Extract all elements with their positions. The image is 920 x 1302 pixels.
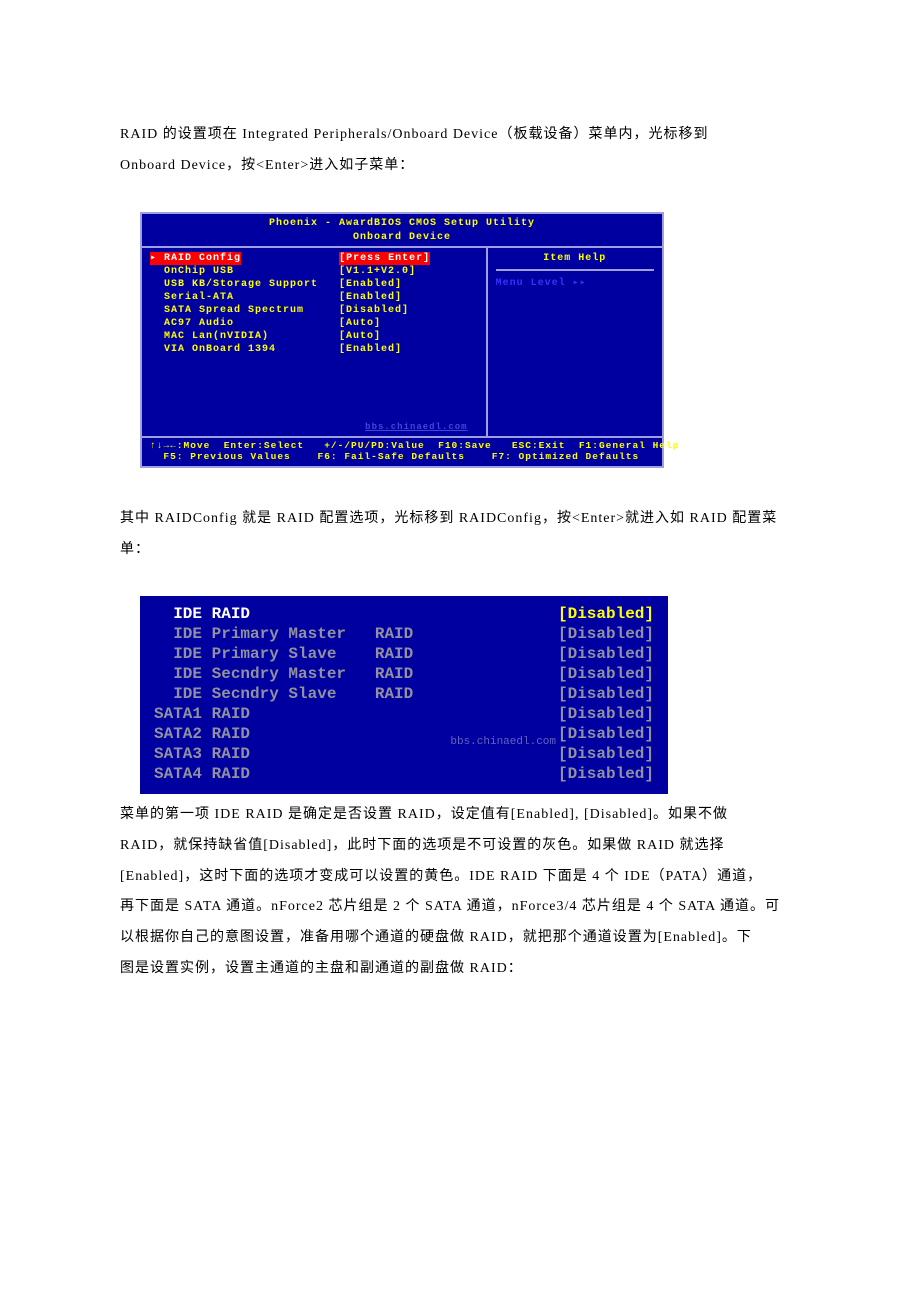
- raid-row-sata3: SATA3 RAID: [154, 744, 250, 764]
- spacer: [304, 305, 339, 316]
- spacer: [269, 331, 339, 342]
- bios-row-usb-kb-storage[interactable]: USB KB/Storage Support: [150, 279, 318, 290]
- bios-help-panel: Item Help Menu Level ▸▸: [488, 246, 662, 436]
- spacer: [276, 344, 339, 355]
- bios-row-ac97-audio[interactable]: AC97 Audio: [150, 318, 234, 329]
- spacer: [241, 253, 339, 264]
- help-menu-level: Menu Level ▸▸: [496, 277, 654, 290]
- bios-row-sata-spread[interactable]: SATA Spread Spectrum: [150, 305, 304, 316]
- watermark-text: bbs.chinaedl.com: [365, 422, 467, 434]
- bios-row-via-1394[interactable]: VIA OnBoard 1394: [150, 344, 276, 355]
- bios-row-serial-ata[interactable]: Serial-ATA: [150, 292, 234, 303]
- paragraph-3: 菜单的第一项 IDE RAID 是确定是否设置 RAID，设定值有[Enable…: [120, 800, 800, 985]
- paragraph-1: RAID 的设置项在 Integrated Peripherals/Onboar…: [120, 120, 800, 182]
- footer-line-2: F5: Previous Values F6: Fail-Safe Defaul…: [150, 451, 639, 462]
- raid-value: [Disabled]: [558, 684, 654, 704]
- raid-row-ide-secndry-slave: IDE Secndry Slave RAID: [154, 684, 413, 704]
- bios-footer: ↑↓→←:Move Enter:Select +/-/PU/PD:Value F…: [142, 436, 662, 467]
- bios-value[interactable]: [Press Enter]: [339, 252, 430, 265]
- text: [Enabled]，这时下面的选项才变成可以设置的黄色。IDE RAID 下面是…: [120, 869, 762, 884]
- watermark-text: bbs.chinaedl.com: [450, 736, 556, 750]
- text: 再下面是 SATA 通道。nForce2 芯片组是 2 个 SATA 通道，nF…: [120, 899, 780, 914]
- bios-value[interactable]: [Auto]: [339, 318, 381, 329]
- spacer: [234, 292, 339, 303]
- paragraph-2: 其中 RAIDConfig 就是 RAID 配置选项，光标移到 RAIDConf…: [120, 504, 800, 566]
- text: RAID，就保持缺省值[Disabled]，此时下面的选项是不可设置的灰色。如果…: [120, 838, 725, 853]
- bios-subtitle: Onboard Device: [142, 231, 662, 246]
- raid-value: [Disabled]: [558, 724, 654, 744]
- document-page: RAID 的设置项在 Integrated Peripherals/Onboar…: [0, 0, 920, 1075]
- raid-value: [Disabled]: [558, 644, 654, 664]
- bios-row-raid-config[interactable]: ▸ RAID Config: [150, 252, 241, 265]
- raid-row-sata2: SATA2 RAID: [154, 724, 250, 744]
- text: 单：: [120, 542, 150, 557]
- raid-row-sata1: SATA1 RAID: [154, 704, 250, 724]
- bios-value[interactable]: [Auto]: [339, 331, 381, 342]
- raid-row-ide-primary-master: IDE Primary Master RAID: [154, 624, 413, 644]
- raid-value: [Disabled]: [558, 704, 654, 724]
- bios-screenshot-onboard-device: Phoenix - AwardBIOS CMOS Setup Utility O…: [140, 212, 664, 469]
- bios-value[interactable]: [Enabled]: [339, 279, 402, 290]
- bios-screenshot-raid-config: IDE RAID [Disabled] IDE Primary Master RA…: [140, 596, 668, 794]
- spacer: [234, 266, 339, 277]
- raid-value: [Disabled]: [558, 744, 654, 764]
- raid-row-ide-raid[interactable]: IDE RAID: [154, 604, 250, 624]
- text: 其中 RAIDConfig 就是 RAID 配置选项，光标移到 RAIDConf…: [120, 511, 777, 526]
- raid-value[interactable]: [Disabled]: [558, 604, 654, 624]
- help-title: Item Help: [496, 252, 654, 271]
- text: 菜单的第一项 IDE RAID 是确定是否设置 RAID，设定值有[Enable…: [120, 807, 728, 822]
- raid-value: [Disabled]: [558, 624, 654, 644]
- bios-menu-left: ▸ RAID Config [Press Enter] OnChip USB […: [142, 246, 488, 436]
- raid-row-ide-primary-slave: IDE Primary Slave RAID: [154, 644, 413, 664]
- raid-row-sata4: SATA4 RAID: [154, 764, 250, 784]
- raid-row-ide-secndry-master: IDE Secndry Master RAID: [154, 664, 413, 684]
- spacer: [234, 318, 339, 329]
- text: RAID 的设置项在 Integrated Peripherals/Onboar…: [120, 127, 708, 142]
- spacer: [318, 279, 339, 290]
- bios-value[interactable]: [V1.1+V2.0]: [339, 266, 416, 277]
- text: 图是设置实例，设置主通道的主盘和副通道的副盘做 RAID：: [120, 961, 523, 976]
- footer-line-1: ↑↓→←:Move Enter:Select +/-/PU/PD:Value F…: [150, 440, 679, 451]
- text: Onboard Device，按<Enter>进入如子菜单：: [120, 158, 414, 173]
- raid-value: [Disabled]: [558, 664, 654, 684]
- raid-value: [Disabled]: [558, 764, 654, 784]
- bios-value[interactable]: [Enabled]: [339, 292, 402, 303]
- bios-value[interactable]: [Enabled]: [339, 344, 402, 355]
- bios-value[interactable]: [Disabled]: [339, 305, 409, 316]
- bios-title: Phoenix - AwardBIOS CMOS Setup Utility: [142, 214, 662, 231]
- text: 以根据你自己的意图设置，准备用哪个通道的硬盘做 RAID，就把那个通道设置为[E…: [120, 930, 752, 945]
- bios-row-mac-lan[interactable]: MAC Lan(nVIDIA): [150, 331, 269, 342]
- bios-row-onchip-usb[interactable]: OnChip USB: [150, 266, 234, 277]
